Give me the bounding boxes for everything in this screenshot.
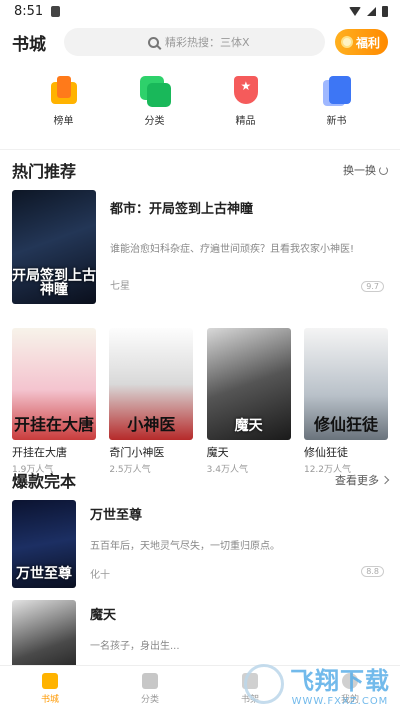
- search-icon: [148, 36, 159, 48]
- watermark-text: 飞翔下载 WWW.FXXZ.COM: [290, 661, 390, 707]
- cover-title: 开挂在大唐: [13, 415, 94, 435]
- book-author: 七星: [110, 281, 130, 292]
- book-title: 修仙狂徒: [303, 446, 348, 459]
- ranking-icon: [47, 74, 81, 108]
- chevron-right-icon: [380, 475, 390, 485]
- app-header: 书城 精彩热搜：三体X 福利: [0, 22, 400, 62]
- book-cover: 小神医: [109, 328, 194, 440]
- category-label: 分类: [144, 116, 165, 127]
- category-row: 榜单 分类 精品 新书: [0, 62, 400, 150]
- cover-title: 开局签到上古神瞳: [12, 267, 96, 299]
- section-title: 热门推荐: [12, 162, 77, 181]
- book-title: 都市：开局签到上古神瞳: [110, 202, 254, 217]
- welfare-button[interactable]: 福利: [334, 29, 388, 55]
- book-description: 谁能治愈妇科杂症、疗遍世间顽疾？且看我农家小神医!: [110, 244, 355, 255]
- grid-book[interactable]: 修仙狂徒 修仙狂徒 12.2万人气: [303, 328, 388, 475]
- book-title: 奇门小神医: [109, 446, 165, 459]
- nav-label: 书城: [40, 694, 59, 705]
- premium-icon: [229, 74, 263, 108]
- page-title: 书城: [12, 34, 46, 55]
- nav-bookstore[interactable]: 书城: [20, 672, 80, 705]
- search-placeholder: 精彩热搜：三体X: [165, 36, 250, 49]
- book-score: 9.7: [361, 281, 384, 292]
- book-cover: 魔天: [206, 328, 291, 440]
- category-classify[interactable]: 分类: [125, 74, 185, 149]
- book-author: 化十: [90, 570, 110, 581]
- battery-icon: [382, 5, 388, 17]
- status-left: 8:51: [14, 3, 61, 19]
- refresh-label: 换一换: [343, 164, 376, 177]
- book-description: 一名孩子，身出生...: [90, 641, 180, 652]
- featured-info: 都市：开局签到上古神瞳 谁能治愈妇科杂症、疗遍世间顽疾？且看我农家小神医! 七星…: [110, 190, 388, 308]
- see-more-button[interactable]: 查看更多: [335, 472, 390, 488]
- nav-category[interactable]: 分类: [120, 672, 180, 705]
- refresh-button[interactable]: 换一换: [343, 162, 388, 178]
- refresh-icon: [379, 165, 388, 175]
- watermark-en: WWW.FXXZ.COM: [291, 696, 389, 707]
- cover-title: 修仙狂徒: [313, 415, 378, 435]
- welfare-label: 福利: [355, 35, 380, 50]
- book-title: 魔天: [206, 446, 229, 459]
- book-cover: 开挂在大唐: [12, 328, 96, 440]
- book-title: 万世至尊: [90, 508, 143, 523]
- cover-title: 魔天: [234, 418, 263, 435]
- book-popularity: 2.5万人气: [109, 465, 151, 475]
- grid-icon: [142, 672, 158, 689]
- grid-book[interactable]: 小神医 奇门小神医 2.5万人气: [109, 328, 194, 475]
- featured-book[interactable]: 开局签到上古神瞳 都市：开局签到上古神瞳 谁能治愈妇科杂症、疗遍世间顽疾？且看我…: [0, 190, 400, 308]
- wifi-icon: [349, 6, 361, 16]
- category-new[interactable]: 新书: [307, 74, 367, 149]
- book-cover: 万世至尊: [12, 500, 76, 588]
- hot-section-header: 热门推荐 换一换: [0, 150, 400, 190]
- category-label: 榜单: [53, 116, 74, 127]
- book-popularity: 3.4万人气: [206, 465, 248, 475]
- category-label: 精品: [235, 116, 256, 127]
- search-input[interactable]: 精彩热搜：三体X: [64, 28, 325, 56]
- cover-title: 小神医: [127, 415, 176, 435]
- signal-icon: [367, 6, 376, 16]
- notification-icon: [51, 5, 61, 17]
- bookstore-icon: [42, 672, 58, 689]
- book-grid: 开挂在大唐 开挂在大唐 1.9万人气 小神医 奇门小神医 2.5万人气 魔天 魔…: [0, 308, 400, 475]
- cover-title: 万世至尊: [16, 566, 72, 583]
- clock: 8:51: [14, 3, 44, 19]
- status-right: [349, 5, 388, 17]
- watermark-cn: 飞翔下载: [290, 667, 390, 695]
- nav-label: 分类: [140, 694, 159, 705]
- book-title: 开挂在大唐: [12, 446, 67, 459]
- category-premium[interactable]: 精品: [216, 74, 276, 149]
- section-title: 爆款完本: [12, 472, 77, 491]
- list-item-info: 万世至尊 五百年后，天地灵气尽失，一切重归原点。 化十 8.8: [90, 500, 388, 600]
- category-ranking[interactable]: 榜单: [34, 74, 94, 149]
- watermark-logo-icon: [244, 664, 284, 704]
- book-description: 五百年后，天地灵气尽失，一切重归原点。: [90, 541, 280, 552]
- see-more-label: 查看更多: [335, 474, 379, 487]
- book-cover: 开局签到上古神瞳: [12, 190, 96, 304]
- list-item[interactable]: 万世至尊 万世至尊 五百年后，天地灵气尽失，一切重归原点。 化十 8.8: [0, 500, 400, 600]
- coin-icon: [340, 36, 353, 48]
- category-label: 新书: [326, 116, 347, 127]
- book-title: 魔天: [90, 608, 117, 623]
- book-cover: 修仙狂徒: [303, 328, 388, 440]
- status-bar: 8:51: [0, 0, 400, 22]
- new-book-icon: [320, 74, 354, 108]
- book-score: 8.8: [361, 566, 384, 577]
- watermark: 飞翔下载 WWW.FXXZ.COM: [244, 661, 390, 707]
- grid-book[interactable]: 魔天 魔天 3.4万人气: [206, 328, 291, 475]
- grid-book[interactable]: 开挂在大唐 开挂在大唐 1.9万人气: [12, 328, 96, 475]
- category-icon: [138, 74, 172, 108]
